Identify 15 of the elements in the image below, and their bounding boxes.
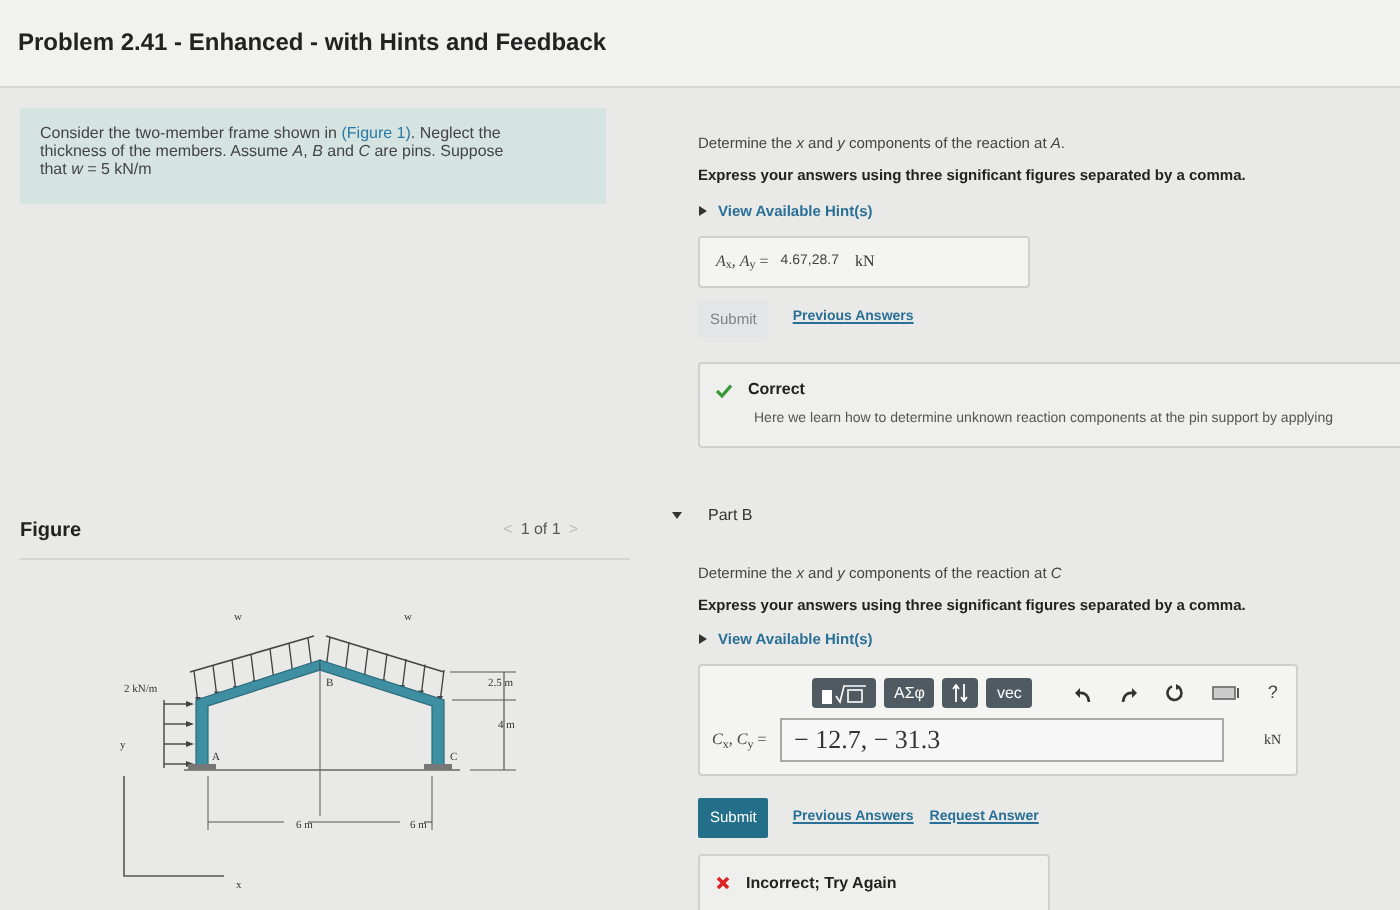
answer-label: C$_{x}$, C$_{y}$ = [712, 728, 769, 753]
toolbar-button[interactable]: ΑΣφ [884, 678, 935, 709]
answer-label: A$_{x}$, A$_{y}$ = [716, 249, 769, 274]
page-title: Problem 2.41 - Enhanced - with Hints and Feedback [18, 26, 609, 60]
help-button[interactable]: ? [1257, 680, 1288, 707]
answer-input[interactable]: − 12.7, − 31.3 [780, 718, 1224, 763]
figure-link[interactable]: (Figure 1) [341, 124, 411, 142]
toolbar-button[interactable]: vec [986, 678, 1032, 709]
feedback-title: Incorrect; Try Again [746, 871, 897, 895]
problem-statement: Consider the two-member frame shown in (Figure 1). Neglect the thickness of the members. Assume A, B and C are pins. Suppose that w = 5 kN/m [20, 108, 606, 204]
figure-heading: Figure [20, 517, 82, 546]
part-heading[interactable]: Part B [692, 503, 753, 527]
unit-label: kN [855, 249, 875, 274]
page-counter: 1 of 1 [520, 518, 561, 543]
feedback-title: Correct [748, 378, 805, 402]
